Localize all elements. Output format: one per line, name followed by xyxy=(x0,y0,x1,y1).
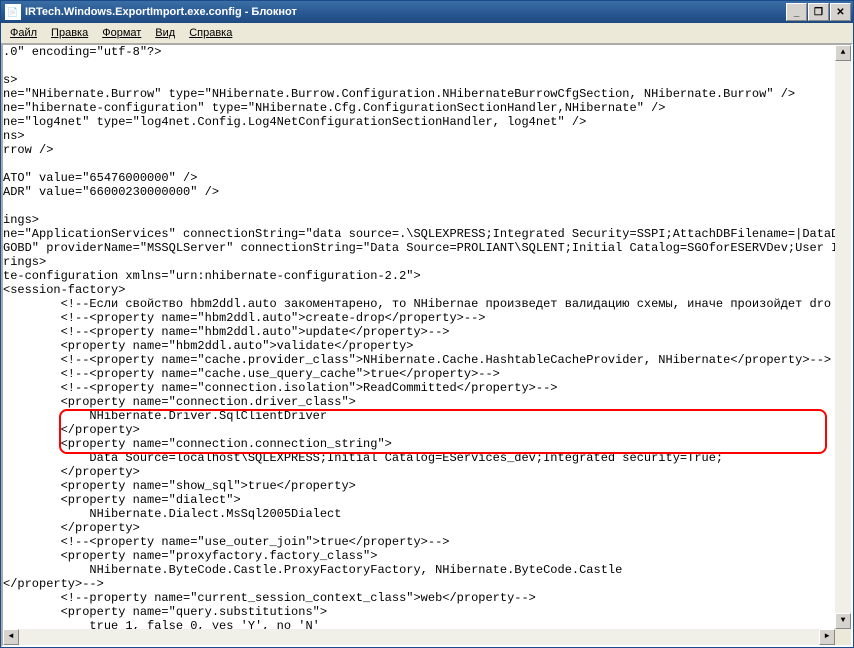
scroll-down-button[interactable]: ▼ xyxy=(835,613,851,629)
scroll-right-button[interactable]: ► xyxy=(819,629,835,645)
scroll-up-button[interactable]: ▲ xyxy=(835,45,851,61)
maximize-button[interactable]: ❐ xyxy=(808,3,829,21)
scroll-left-button[interactable]: ◄ xyxy=(3,629,19,645)
notepad-window: 📄 IRTech.Windows.ExportImport.exe.config… xyxy=(0,0,854,648)
file-text[interactable]: .0" encoding="utf-8"?> s> ne="NHibernate… xyxy=(3,45,846,645)
menubar: Файл Правка Формат Вид Справка xyxy=(1,23,853,43)
menu-edit[interactable]: Правка xyxy=(44,25,95,41)
v-scroll-track[interactable] xyxy=(835,61,851,613)
window-title: IRTech.Windows.ExportImport.exe.config -… xyxy=(25,6,785,18)
scroll-corner xyxy=(835,629,851,645)
vertical-scrollbar[interactable]: ▲ ▼ xyxy=(835,45,851,629)
menu-view[interactable]: Вид xyxy=(148,25,182,41)
minimize-button[interactable]: _ xyxy=(786,3,807,21)
menu-help[interactable]: Справка xyxy=(182,25,239,41)
close-button[interactable]: ✕ xyxy=(830,3,851,21)
menu-file[interactable]: Файл xyxy=(3,25,44,41)
titlebar[interactable]: 📄 IRTech.Windows.ExportImport.exe.config… xyxy=(1,1,853,23)
horizontal-scrollbar[interactable]: ◄ ► xyxy=(3,629,835,645)
menu-format[interactable]: Формат xyxy=(95,25,148,41)
editor-frame: .0" encoding="utf-8"?> s> ne="NHibernate… xyxy=(1,43,853,647)
h-scroll-track[interactable] xyxy=(19,629,819,645)
text-area[interactable]: .0" encoding="utf-8"?> s> ne="NHibernate… xyxy=(3,45,851,645)
app-icon: 📄 xyxy=(5,4,21,20)
